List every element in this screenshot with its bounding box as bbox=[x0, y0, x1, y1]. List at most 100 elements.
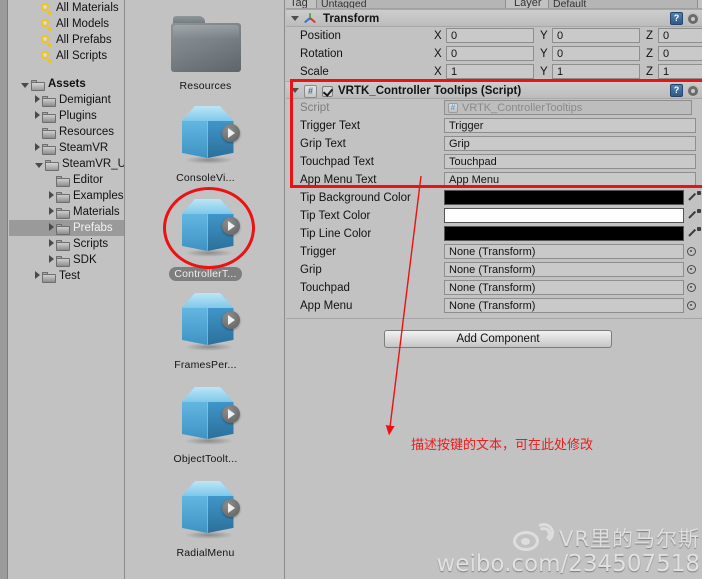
gear-icon[interactable] bbox=[686, 84, 699, 97]
app-menu-text-input[interactable]: App Menu bbox=[444, 172, 696, 187]
twirl-right-icon[interactable] bbox=[35, 95, 40, 103]
object-picker-icon[interactable] bbox=[687, 265, 696, 274]
tree-folder-item-demigiant[interactable]: Demigiant bbox=[9, 92, 124, 108]
folder-icon bbox=[56, 191, 70, 203]
asset-label-wrap: Resources bbox=[126, 80, 284, 92]
saved-search-item[interactable]: All Models bbox=[9, 16, 124, 32]
tip-text-color-swatch[interactable] bbox=[444, 208, 684, 223]
tag-dropdown[interactable]: Untagged bbox=[316, 0, 506, 8]
twirl-right-icon[interactable] bbox=[49, 207, 54, 215]
saved-search-item[interactable]: All Prefabs bbox=[9, 32, 124, 48]
prefab-badge-icon bbox=[221, 405, 240, 423]
script-reference-field[interactable]: VRTK_ControllerTooltips bbox=[444, 100, 692, 115]
component-enabled-checkbox[interactable] bbox=[322, 86, 333, 97]
property-label: Tip Background Color bbox=[300, 192, 411, 204]
property-label: Script bbox=[300, 102, 330, 114]
tree-folder-item-test[interactable]: Test bbox=[9, 268, 124, 284]
transform-foldout-icon[interactable] bbox=[291, 16, 299, 21]
object-picker-icon[interactable] bbox=[687, 247, 696, 256]
layer-dropdown[interactable]: Default bbox=[548, 0, 698, 8]
object-picker-icon[interactable] bbox=[687, 301, 696, 310]
script-header-buttons[interactable] bbox=[670, 84, 699, 97]
transform-row-rotation: Rotation X 0 Y 0 Z 0 bbox=[286, 45, 702, 63]
eyedropper-icon[interactable] bbox=[688, 191, 701, 204]
asset-name-label: ConsoleVi... bbox=[176, 172, 235, 184]
inspector-divider bbox=[286, 318, 702, 319]
position-y-input[interactable]: 0 bbox=[552, 28, 640, 43]
axis-label-x: X bbox=[434, 30, 442, 42]
tree-folder-item-editor[interactable]: Editor bbox=[9, 172, 124, 188]
tree-folder-item-steamvr[interactable]: SteamVR bbox=[9, 140, 124, 156]
app-menu-object-field[interactable]: None (Transform) bbox=[444, 298, 684, 313]
script-foldout-icon[interactable] bbox=[291, 88, 299, 93]
tree-folder-item-materials[interactable]: Materials bbox=[9, 204, 124, 220]
rotation-x-input[interactable]: 0 bbox=[446, 46, 534, 61]
help-icon[interactable] bbox=[670, 12, 683, 25]
add-component-button[interactable]: Add Component bbox=[384, 330, 612, 348]
rotation-y-input[interactable]: 0 bbox=[552, 46, 640, 61]
property-label: Tip Line Color bbox=[300, 228, 372, 240]
twirl-right-icon[interactable] bbox=[49, 191, 54, 199]
asset-name-label: ObjectToolt... bbox=[173, 453, 238, 465]
transform-header-buttons[interactable] bbox=[670, 12, 699, 25]
help-icon[interactable] bbox=[670, 84, 683, 97]
twirl-right-icon[interactable] bbox=[49, 255, 54, 263]
trigger-object-field[interactable]: None (Transform) bbox=[444, 244, 684, 259]
position-z-input[interactable]: 0 bbox=[658, 28, 702, 43]
asset-thumbnail bbox=[126, 475, 284, 547]
twirl-right-icon[interactable] bbox=[35, 143, 40, 151]
grip-text-input[interactable]: Grip bbox=[444, 136, 696, 151]
rotation-z-input[interactable]: 0 bbox=[658, 46, 702, 61]
tree-folder-item-steamvr-u[interactable]: SteamVR_U bbox=[9, 156, 124, 172]
asset-name-label: FramesPer... bbox=[174, 359, 237, 371]
tree-folder-item-examples[interactable]: Examples bbox=[9, 188, 124, 204]
tree-folder-label: Materials bbox=[73, 206, 120, 218]
trigger-text-input[interactable]: Trigger bbox=[444, 118, 696, 133]
script-component-header[interactable]: VRTK_Controller Tooltips (Script) bbox=[286, 81, 702, 99]
scale-z-input[interactable]: 1 bbox=[658, 64, 702, 79]
transform-component-header[interactable]: Transform bbox=[286, 9, 702, 27]
tip-background-color-swatch[interactable] bbox=[444, 190, 684, 205]
text-property-row: Touchpad Text Touchpad bbox=[286, 153, 702, 171]
twirl-right-icon[interactable] bbox=[35, 111, 40, 119]
saved-search-item[interactable]: All Materials bbox=[9, 0, 124, 16]
property-label: Touchpad Text bbox=[300, 156, 374, 168]
tree-folder-item-prefabs[interactable]: Prefabs bbox=[9, 220, 124, 236]
eyedropper-icon[interactable] bbox=[688, 209, 701, 222]
position-x-input[interactable]: 0 bbox=[446, 28, 534, 43]
project-tree-panel[interactable]: All Materials All Models All Prefabs All Sc… bbox=[9, 0, 125, 579]
twirl-down-icon[interactable] bbox=[35, 162, 43, 168]
project-assets-grid[interactable]: Resources ConsoleVi... ControllerT... Frame… bbox=[126, 0, 285, 579]
asset-item[interactable]: ConsoleVi... bbox=[126, 100, 284, 184]
asset-item[interactable]: Resources bbox=[126, 8, 284, 92]
twirl-right-icon[interactable] bbox=[49, 239, 54, 247]
twirl-right-icon[interactable] bbox=[49, 223, 54, 231]
tree-folder-label: Plugins bbox=[59, 110, 97, 122]
saved-search-label: All Models bbox=[56, 18, 110, 30]
touchpad-text-input[interactable]: Touchpad bbox=[444, 154, 696, 169]
asset-item[interactable]: RadialMenu bbox=[126, 475, 284, 559]
grip-object-field[interactable]: None (Transform) bbox=[444, 262, 684, 277]
scale-y-input[interactable]: 1 bbox=[552, 64, 640, 79]
tag-label: Tag bbox=[290, 0, 308, 9]
tree-folder-item-scripts[interactable]: Scripts bbox=[9, 236, 124, 252]
object-picker-icon[interactable] bbox=[687, 283, 696, 292]
touchpad-object-field[interactable]: None (Transform) bbox=[444, 280, 684, 295]
gear-icon[interactable] bbox=[686, 12, 699, 25]
asset-item[interactable]: FramesPer... bbox=[126, 287, 284, 371]
tag-layer-row[interactable]: Tag Untagged Layer Default bbox=[286, 0, 702, 9]
tree-folder-label: Assets bbox=[48, 78, 86, 90]
tree-folder-item-plugins[interactable]: Plugins bbox=[9, 108, 124, 124]
asset-item[interactable]: ObjectToolt... bbox=[126, 381, 284, 465]
asset-item[interactable]: ControllerT... bbox=[126, 193, 284, 281]
tree-folder-item-assets[interactable]: Assets bbox=[9, 76, 124, 92]
inspector-panel[interactable]: Tag Untagged Layer Default Transform Pos… bbox=[286, 0, 702, 579]
scale-x-input[interactable]: 1 bbox=[446, 64, 534, 79]
tip-line-color-swatch[interactable] bbox=[444, 226, 684, 241]
tree-folder-item-resources[interactable]: Resources bbox=[9, 124, 124, 140]
tree-folder-item-sdk[interactable]: SDK bbox=[9, 252, 124, 268]
twirl-right-icon[interactable] bbox=[35, 271, 40, 279]
eyedropper-icon[interactable] bbox=[688, 227, 701, 240]
twirl-down-icon[interactable] bbox=[21, 82, 29, 88]
saved-search-item[interactable]: All Scripts bbox=[9, 48, 124, 64]
